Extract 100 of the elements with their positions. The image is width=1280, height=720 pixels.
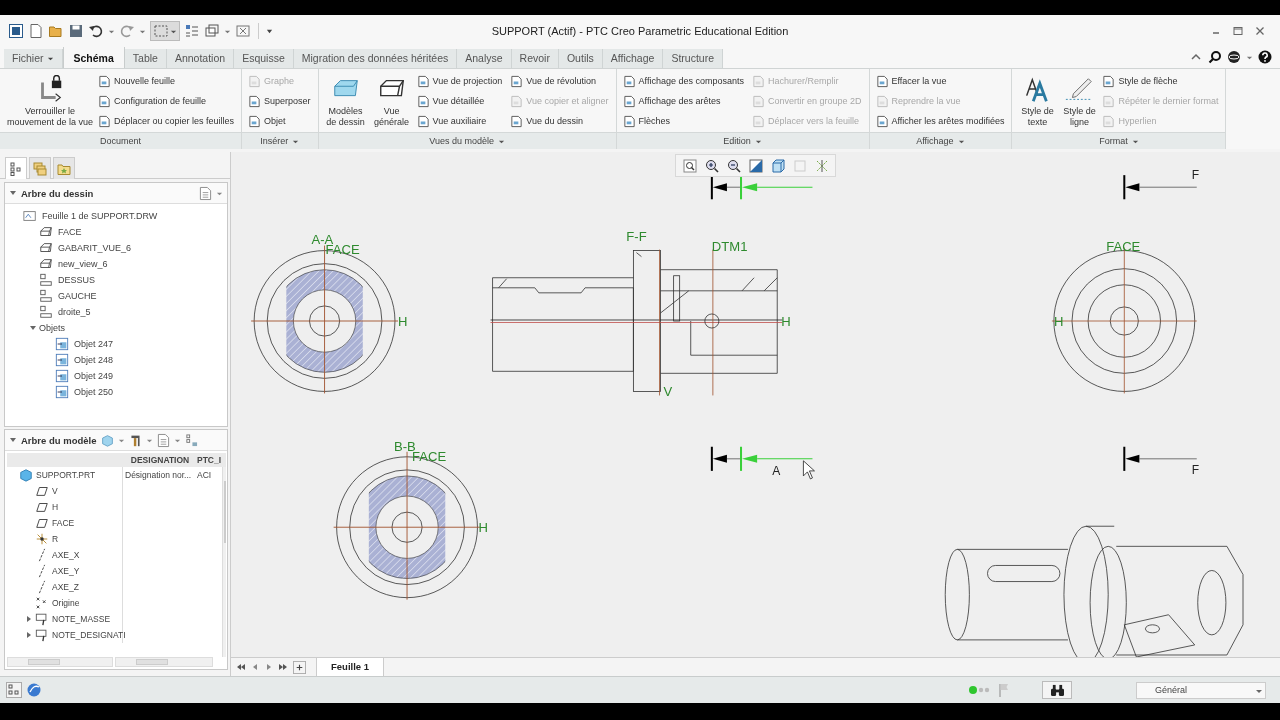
tree-item[interactable]: Objet 249 <box>11 368 227 384</box>
tree-item[interactable]: NOTE_MASSE <box>7 611 123 627</box>
section-arrow[interactable] <box>710 175 813 200</box>
tree-item[interactable]: Objet 247 <box>11 336 227 352</box>
search-icon[interactable] <box>1208 50 1222 64</box>
panel-tab[interactable] <box>29 157 51 179</box>
scrollbar[interactable] <box>115 657 213 667</box>
tree-item[interactable]: AXE_Z <box>7 579 123 595</box>
app-icon[interactable] <box>8 23 24 39</box>
ribbon-item[interactable]: Vue détaillée <box>416 91 507 111</box>
ribbon-item[interactable]: Style de flèche <box>1102 71 1223 91</box>
tree-item[interactable]: NOTE_DESIGNATI <box>7 627 123 643</box>
new-file-button[interactable] <box>28 23 44 39</box>
scrollbar[interactable] <box>222 467 226 657</box>
group-label[interactable]: Format <box>1099 136 1128 146</box>
ribbon-item[interactable]: Déplacer ou copier les feuilles <box>98 111 239 131</box>
section-view-drawing[interactable] <box>250 245 399 394</box>
ribbon-item[interactable]: Objet <box>248 111 315 131</box>
panel-tab[interactable] <box>53 157 75 179</box>
globe-icon[interactable] <box>1227 50 1241 64</box>
column-header[interactable]: PTC_I <box>195 455 221 465</box>
tree-item[interactable]: Origine <box>7 595 123 611</box>
ribbon-button[interactable]: Style de ligne <box>1060 71 1099 132</box>
regenerate-button[interactable] <box>184 23 200 39</box>
close-button[interactable] <box>1254 25 1266 37</box>
tree-item[interactable]: droite_5 <box>11 304 227 320</box>
ribbon-item[interactable]: Superposer <box>248 91 315 111</box>
tree-item[interactable]: Objets <box>11 320 227 336</box>
open-folder-button[interactable] <box>48 23 64 39</box>
close-window-button[interactable] <box>235 23 251 39</box>
tree-item[interactable]: V <box>7 483 123 499</box>
expand-triangle-icon[interactable] <box>29 324 37 332</box>
panel-tab[interactable] <box>5 157 27 179</box>
customize-caret-icon[interactable] <box>266 27 273 35</box>
tree-item[interactable]: AXE_X <box>7 547 123 563</box>
browser-icon[interactable] <box>26 682 42 698</box>
ribbon-item[interactable]: Effacer la vue <box>875 71 1009 91</box>
tree-item[interactable]: GAUCHE <box>11 288 227 304</box>
ribbon-item[interactable]: Vue du dessin <box>510 111 613 131</box>
select-box-button[interactable] <box>150 21 180 41</box>
group-label[interactable]: Vues du modèle <box>429 136 494 146</box>
settings-list-icon[interactable] <box>156 432 170 448</box>
tree-item[interactable]: AXE_Y <box>7 563 123 579</box>
tree-item[interactable]: GABARIT_VUE_6 <box>11 240 227 256</box>
maximize-button[interactable] <box>1232 25 1244 37</box>
page-icon <box>875 74 889 88</box>
tree-item[interactable]: DESSUS <box>11 272 227 288</box>
page-icon <box>751 74 765 88</box>
ribbon-item[interactable]: Affichage des arêtes <box>622 91 748 111</box>
tree-item[interactable]: Objet 248 <box>11 352 227 368</box>
group-label[interactable]: Affichage <box>916 136 954 146</box>
find-button[interactable] <box>1042 681 1072 699</box>
tree-item[interactable]: H <box>7 499 123 515</box>
group-label[interactable]: Document <box>100 136 142 146</box>
ribbon-item[interactable]: Nouvelle feuille <box>98 71 239 91</box>
column-header[interactable]: DESIGNATION <box>123 455 195 465</box>
ribbon-item[interactable]: Vue de projection <box>416 71 507 91</box>
part-3d-drawing[interactable] <box>944 525 1244 657</box>
help-icon[interactable] <box>1258 50 1272 64</box>
tree-item[interactable]: FACE <box>7 515 123 531</box>
ribbon-button[interactable]: Vue générale <box>370 71 413 132</box>
tree-item[interactable]: new_view_6 <box>11 256 227 272</box>
settings-list-icon[interactable] <box>199 185 212 201</box>
tree-item[interactable]: Objet 250 <box>11 384 227 400</box>
tree-icon[interactable] <box>184 432 198 448</box>
tree-item[interactable]: Feuille 1 de SUPPORT.DRW <box>11 208 227 224</box>
scrollbar[interactable] <box>7 657 113 667</box>
ribbon-item[interactable]: Vue de révolution <box>510 71 613 91</box>
ribbon-item[interactable]: Configuration de feuille <box>98 91 239 111</box>
section-view-drawing[interactable] <box>333 451 481 601</box>
object-icon <box>55 337 69 351</box>
part-icon[interactable] <box>100 432 114 448</box>
group-label[interactable]: Edition <box>723 136 751 146</box>
tree-item[interactable]: SUPPORT.PRT <box>7 467 123 483</box>
expand-triangle-icon[interactable] <box>25 631 33 639</box>
expand-triangle-icon[interactable] <box>25 615 33 623</box>
collapse-triangle-icon[interactable] <box>9 189 17 197</box>
last-sheet-button[interactable] <box>277 662 289 672</box>
ribbon-item[interactable]: Affichage des composants <box>622 71 748 91</box>
tree-icon[interactable] <box>6 682 22 698</box>
undo-button[interactable] <box>88 23 104 39</box>
sheet-tab[interactable]: Feuille 1 <box>316 658 384 676</box>
ribbon-item[interactable]: Flèches <box>622 111 748 131</box>
ribbon-button[interactable]: Verrouiller le mouvement de la vue <box>6 71 94 132</box>
save-button[interactable] <box>68 23 84 39</box>
ribbon-button[interactable]: Modèles de dessin <box>324 71 367 132</box>
first-sheet-button[interactable] <box>235 662 247 672</box>
collapse-triangle-icon[interactable] <box>9 436 17 444</box>
redo-button[interactable] <box>119 23 135 39</box>
tree-item[interactable]: FACE <box>11 224 227 240</box>
add-sheet-button[interactable] <box>293 660 306 674</box>
tree-item[interactable]: R <box>7 531 123 547</box>
side-section-drawing[interactable] <box>490 249 783 396</box>
windows-button[interactable] <box>204 23 220 39</box>
projection-view-icon <box>39 289 53 303</box>
ribbon-button[interactable]: Style de texte <box>1018 71 1057 132</box>
ribbon-item[interactable]: Vue auxiliaire <box>416 111 507 131</box>
ribbon-item[interactable]: Afficher les arêtes modifiées <box>875 111 1009 131</box>
filter-dropdown[interactable]: Général <box>1136 681 1266 699</box>
page-icon <box>98 94 111 108</box>
